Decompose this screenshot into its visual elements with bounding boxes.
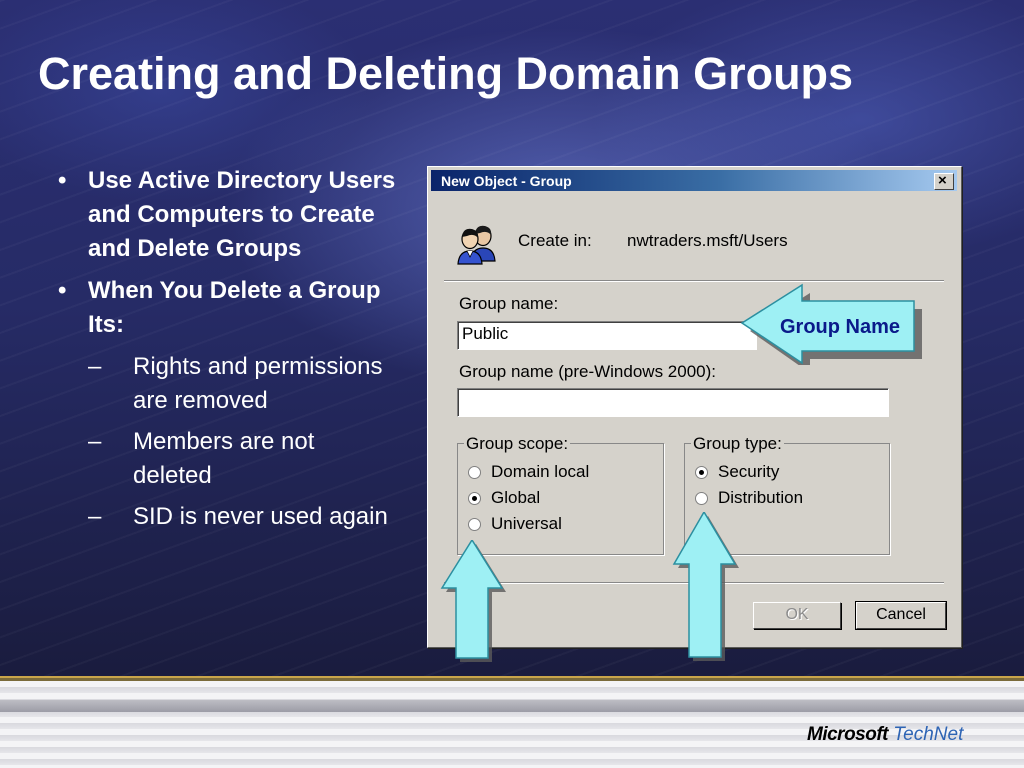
close-button[interactable]: × (934, 172, 954, 190)
radio-circle-domain-local (468, 466, 481, 479)
group-scope-box: Group scope: Domain local Global Univers… (457, 434, 664, 555)
ok-button[interactable]: OK (753, 602, 841, 629)
close-icon: × (938, 172, 947, 189)
subbullet-list: – Rights and permissions are removed – M… (58, 350, 398, 534)
callout-label: Group Name (780, 316, 900, 338)
bullet-glyph: • (58, 167, 67, 194)
radio-label: Security (718, 462, 780, 481)
subbullet-text: Members are not deleted (133, 428, 315, 489)
group-name-label: Group name: (459, 294, 559, 313)
up-arrow-scope (440, 540, 506, 662)
create-in-value: nwtraders.msft/Users (627, 231, 788, 250)
logo-product: TechNet (893, 724, 964, 745)
radio-circle-global (468, 492, 481, 505)
slide-title: Creating and Deleting Domain Groups (38, 48, 854, 99)
users-icon (457, 225, 496, 265)
radio-circle-security (695, 466, 708, 479)
slide: Creating and Deleting Domain Groups • Us… (0, 0, 1024, 768)
subbullet-text: Rights and permissions are removed (133, 353, 383, 414)
group-name-pre2000-label: Group name (pre-Windows 2000): (459, 362, 717, 381)
bullet-item: • Use Active Directory Users and Compute… (58, 164, 398, 266)
dialog-titlebar[interactable]: New Object - Group × (431, 170, 957, 191)
bullet-glyph: • (58, 277, 67, 304)
radio-domain-local[interactable]: Domain local (468, 462, 589, 482)
group-type-legend: Group type: (691, 434, 784, 454)
bullet-text: Use Active Directory Users and Computers… (88, 167, 396, 262)
cancel-button[interactable]: Cancel (855, 601, 947, 630)
group-name-pre2000-input[interactable] (457, 388, 889, 417)
microsoft-technet-logo: Microsoft TechNet (807, 724, 963, 746)
radio-label: Global (491, 488, 541, 507)
separator-top (444, 280, 944, 282)
dash-glyph: – (88, 428, 102, 455)
bullet-item: • When You Delete a Group Its: (58, 274, 398, 342)
up-arrow-type (672, 512, 739, 661)
radio-global[interactable]: Global (468, 488, 540, 508)
subbullet-item: – Members are not deleted (88, 425, 398, 493)
radio-label: Distribution (718, 488, 804, 507)
dash-glyph: – (88, 503, 102, 530)
group-scope-legend: Group scope: (464, 434, 571, 454)
subbullet-item: – SID is never used again (88, 500, 398, 534)
radio-circle-distribution (695, 492, 708, 505)
bullet-text: When You Delete a Group Its: (88, 277, 381, 338)
group-name-callout: Group Name (740, 283, 922, 365)
dash-glyph: – (88, 353, 102, 380)
radio-circle-universal (468, 518, 481, 531)
subbullet-item: – Rights and permissions are removed (88, 350, 398, 418)
footer-band (0, 700, 1024, 712)
group-name-input[interactable]: Public (457, 321, 757, 350)
radio-security[interactable]: Security (695, 462, 779, 482)
radio-distribution[interactable]: Distribution (695, 488, 803, 508)
dialog-title: New Object - Group (441, 173, 572, 189)
bullet-list: • Use Active Directory Users and Compute… (58, 164, 398, 534)
create-in-label: Create in: (518, 231, 592, 250)
radio-universal[interactable]: Universal (468, 514, 562, 534)
subbullet-text: SID is never used again (133, 503, 388, 530)
radio-label: Universal (491, 514, 562, 533)
logo-brand: Microsoft (807, 724, 889, 745)
radio-label: Domain local (491, 462, 590, 481)
